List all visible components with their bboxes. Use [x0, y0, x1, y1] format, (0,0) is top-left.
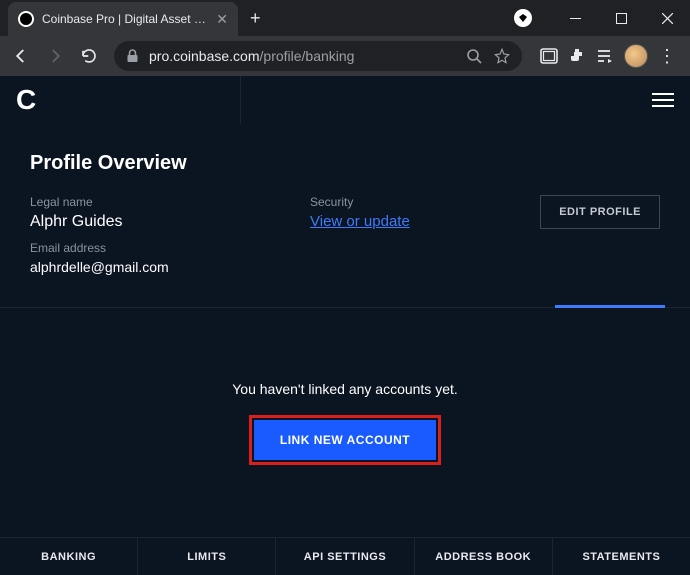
edit-profile-button[interactable]: EDIT PROFILE	[540, 195, 660, 229]
reload-button[interactable]	[74, 41, 104, 71]
tab-title: Coinbase Pro | Digital Asset Exch	[42, 12, 210, 26]
browser-menu-icon[interactable]: ⋮	[658, 46, 676, 67]
profile-overview-section: Profile Overview Legal name Alphr Guides…	[0, 124, 690, 308]
address-bar[interactable]: pro.coinbase.com/profile/banking	[114, 41, 522, 71]
forward-button[interactable]	[40, 41, 70, 71]
tab-limits[interactable]: LIMITS	[138, 538, 276, 575]
close-tab-icon[interactable]: ✕	[216, 11, 228, 28]
email-value: alphrdelle@gmail.com	[30, 259, 270, 275]
browser-toolbar: pro.coinbase.com/profile/banking ⋮	[0, 36, 690, 76]
tab-address-book[interactable]: ADDRESS BOOK	[415, 538, 553, 575]
banking-content: You haven't linked any accounts yet. LIN…	[0, 308, 690, 537]
close-window-button[interactable]	[644, 0, 690, 36]
active-tab-indicator	[555, 305, 665, 308]
maximize-button[interactable]	[598, 0, 644, 36]
new-tab-button[interactable]: +	[250, 8, 261, 29]
browser-tab[interactable]: Coinbase Pro | Digital Asset Exch ✕	[8, 2, 238, 36]
extensions-icon[interactable]	[568, 47, 586, 65]
coinbase-logo[interactable]: C	[16, 84, 36, 116]
tab-api-settings[interactable]: API SETTINGS	[276, 538, 414, 575]
legal-name-label: Legal name	[30, 195, 270, 209]
window-controls	[514, 0, 690, 36]
coinbase-favicon	[18, 11, 34, 27]
vpn-indicator-icon[interactable]	[514, 9, 532, 27]
profile-avatar[interactable]	[624, 44, 648, 68]
back-button[interactable]	[6, 41, 36, 71]
url-path: /profile/banking	[260, 48, 355, 64]
legal-name-value: Alphr Guides	[30, 213, 270, 231]
window-titlebar: Coinbase Pro | Digital Asset Exch ✕ +	[0, 0, 690, 36]
app-header: C	[0, 76, 690, 124]
security-link[interactable]: View or update	[310, 213, 410, 230]
email-label: Email address	[30, 241, 270, 255]
profile-tabs: BANKING LIMITS API SETTINGS ADDRESS BOOK…	[0, 537, 690, 575]
page-content: C Profile Overview Legal name Alphr Guid…	[0, 76, 690, 575]
toolbar-right: ⋮	[532, 44, 684, 68]
reader-mode-icon[interactable]	[540, 47, 558, 65]
lock-icon	[126, 49, 139, 63]
hamburger-menu-icon[interactable]	[652, 93, 674, 107]
tab-statements[interactable]: STATEMENTS	[553, 538, 690, 575]
no-accounts-message: You haven't linked any accounts yet.	[232, 381, 458, 397]
bookmark-star-icon[interactable]	[494, 48, 510, 64]
page-title: Profile Overview	[30, 152, 660, 175]
link-new-account-button[interactable]: LINK NEW ACCOUNT	[254, 420, 436, 460]
url-host: pro.coinbase.com	[149, 48, 260, 64]
media-control-icon[interactable]	[596, 47, 614, 65]
security-label: Security	[310, 195, 500, 209]
minimize-button[interactable]	[552, 0, 598, 36]
link-account-highlight: LINK NEW ACCOUNT	[249, 415, 441, 465]
tab-banking[interactable]: BANKING	[0, 538, 138, 575]
zoom-icon[interactable]	[466, 48, 482, 64]
